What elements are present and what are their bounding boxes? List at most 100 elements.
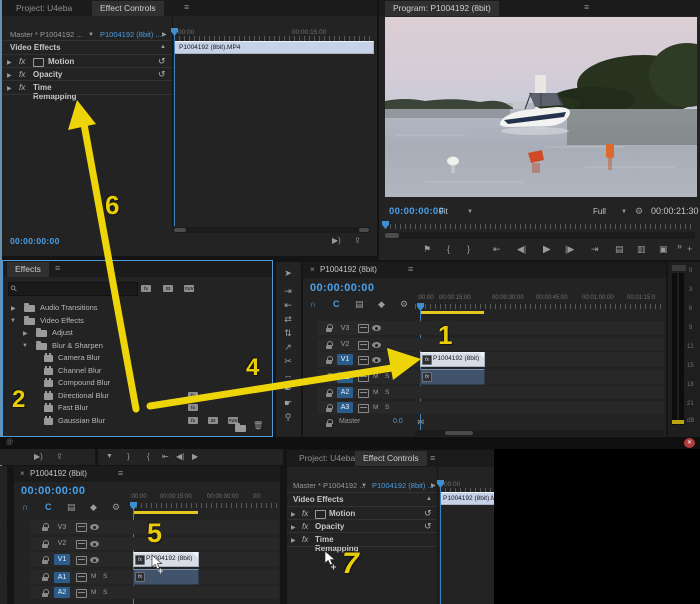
collapse-section-icon[interactable]: ▲ bbox=[426, 496, 432, 502]
panel-menu-icon[interactable]: ≡ bbox=[118, 468, 123, 478]
track-name[interactable]: V1 bbox=[54, 554, 70, 565]
twirl-icon[interactable]: ▶ bbox=[7, 72, 12, 79]
sync-lock-icon[interactable] bbox=[76, 540, 87, 549]
video-clip[interactable]: fx P1004192 (8bit) bbox=[133, 552, 199, 567]
timeline-settings-icon[interactable]: ⚙ bbox=[400, 299, 408, 310]
goto-in-icon[interactable]: ⇤ bbox=[493, 244, 501, 255]
zoom-tool-icon[interactable]: ⚲ bbox=[278, 412, 298, 423]
sync-lock-icon[interactable] bbox=[358, 389, 369, 398]
slip-tool-icon[interactable]: ↔ bbox=[278, 370, 298, 380]
dropdown-icon[interactable]: ▼ bbox=[361, 483, 367, 489]
track-select-backward-icon[interactable]: ⇤ bbox=[278, 300, 298, 311]
mute-button[interactable]: M bbox=[373, 389, 378, 396]
twirl-icon[interactable]: ▶ bbox=[291, 524, 296, 531]
solo-button[interactable]: S bbox=[103, 573, 107, 580]
master-clip-selector[interactable]: Master * P1004192 ... bbox=[293, 481, 366, 490]
chevron-right-icon[interactable]: ▶ bbox=[11, 305, 16, 312]
track-name[interactable]: A2 bbox=[337, 387, 353, 398]
razor-icon[interactable]: ✂ bbox=[278, 356, 298, 367]
sync-lock-icon[interactable] bbox=[76, 523, 87, 532]
panel-menu-icon[interactable]: ≡ bbox=[55, 263, 60, 273]
twirl-icon[interactable]: ▶ bbox=[7, 59, 12, 66]
tab-effect-controls[interactable]: Effect Controls bbox=[92, 1, 164, 16]
audio-clip[interactable]: fx bbox=[420, 369, 485, 385]
chevron-down-icon[interactable]: ▼ bbox=[22, 343, 28, 349]
lock-icon[interactable] bbox=[326, 373, 333, 381]
lock-icon[interactable] bbox=[326, 324, 333, 332]
playback-resolution-select[interactable]: Full bbox=[593, 207, 606, 216]
snap-icon[interactable]: ∩ bbox=[22, 502, 29, 512]
mute-button[interactable]: M bbox=[373, 373, 378, 380]
ripple-edit-icon[interactable]: ⇄ bbox=[278, 314, 298, 325]
sequence-clip-link[interactable]: P1004192 (8bit) ... bbox=[372, 481, 434, 490]
tree-item-fast-blur[interactable]: Fast Blur fx bbox=[4, 402, 271, 414]
twirl-icon[interactable]: ▶ bbox=[291, 511, 296, 518]
show-timeline-icon[interactable]: ▶ bbox=[431, 482, 436, 489]
sync-lock-icon[interactable] bbox=[76, 573, 87, 582]
tab-program[interactable]: Program: P1004192 (8bit) bbox=[385, 1, 499, 16]
sync-lock-icon[interactable] bbox=[358, 404, 369, 413]
timeline-settings-icon[interactable]: ⚙ bbox=[112, 502, 120, 513]
ec-hscrollbar[interactable] bbox=[174, 227, 370, 233]
snap-icon[interactable]: ∩ bbox=[310, 299, 317, 309]
accelerated-effects-filter-icon[interactable]: fx bbox=[141, 285, 151, 292]
program-scrollbar[interactable] bbox=[385, 232, 695, 239]
tree-item-gaussian-blur[interactable]: Gaussian Blur fx 32 YUV bbox=[4, 415, 271, 427]
solo-button[interactable]: S bbox=[103, 589, 107, 596]
rolling-edit-icon[interactable]: ⇅ bbox=[278, 328, 298, 339]
track-name[interactable]: V3 bbox=[54, 522, 70, 533]
track-visibility-icon[interactable] bbox=[90, 557, 99, 563]
export-keyframes-icon[interactable]: ⇪ bbox=[354, 236, 361, 245]
step-forward-icon[interactable]: |▶ bbox=[565, 244, 574, 255]
more-buttons-icon[interactable]: » bbox=[677, 241, 682, 251]
step-back-icon[interactable]: ◀| bbox=[517, 244, 526, 255]
dropdown-icon[interactable]: ▼ bbox=[467, 209, 473, 215]
video-clip[interactable]: fx P1004192 (8bit) bbox=[420, 352, 485, 367]
hand-tool-icon[interactable]: ☛ bbox=[278, 398, 298, 409]
tree-item-audio-transitions[interactable]: ▶ Audio Transitions bbox=[4, 302, 271, 314]
extract-icon[interactable]: ▥ bbox=[637, 244, 646, 255]
audio-clip[interactable]: fx bbox=[133, 569, 199, 585]
timeline-tab[interactable]: P1004192 (8bit) bbox=[30, 469, 87, 478]
ec-current-time[interactable]: 00:00:00:00 bbox=[10, 236, 60, 246]
solo-button[interactable]: S bbox=[385, 404, 389, 411]
track-name[interactable]: A1 bbox=[54, 572, 70, 583]
lock-icon[interactable] bbox=[326, 341, 333, 349]
chevron-down-icon[interactable]: ▼ bbox=[10, 318, 16, 324]
delete-bin-icon[interactable]: 🗑 bbox=[253, 421, 263, 430]
lock-icon[interactable] bbox=[326, 404, 333, 412]
ec-clip-bar[interactable]: P1004192 (8bit).M bbox=[440, 492, 496, 505]
track-row-v1[interactable]: V1 bbox=[317, 352, 664, 367]
panel-menu-icon[interactable]: ≡ bbox=[430, 453, 435, 463]
sync-lock-icon[interactable] bbox=[358, 341, 369, 350]
ec-clip-bar[interactable]: P1004192 (8bit).MP4 bbox=[174, 41, 374, 54]
tree-item-video-effects[interactable]: ▼ Video Effects bbox=[4, 315, 271, 327]
show-timeline-icon[interactable]: ▶ bbox=[162, 31, 167, 38]
close-panel-icon[interactable]: × bbox=[20, 469, 25, 478]
track-row-a1[interactable]: A1 M S bbox=[317, 370, 664, 384]
tab-effect-controls[interactable]: Effect Controls bbox=[355, 451, 427, 466]
collapse-section-icon[interactable]: ▲ bbox=[160, 44, 166, 50]
panel-menu-icon[interactable]: ≡ bbox=[184, 2, 189, 12]
zoom-level-select[interactable]: Fit bbox=[439, 207, 448, 216]
reset-effect-icon[interactable]: ↺ bbox=[158, 69, 166, 80]
program-current-time[interactable]: 00:00:00:00 bbox=[389, 206, 444, 217]
32bit-color-filter-icon[interactable]: 32 bbox=[163, 285, 173, 292]
solo-button[interactable]: S bbox=[385, 389, 389, 396]
tree-item-channel-blur[interactable]: Channel Blur bbox=[4, 365, 271, 377]
dropdown-icon[interactable]: ▼ bbox=[88, 32, 94, 38]
track-visibility-icon[interactable] bbox=[90, 524, 99, 530]
chevron-right-icon[interactable]: ▶ bbox=[23, 330, 28, 337]
rate-stretch-icon[interactable]: ↗ bbox=[278, 342, 298, 353]
goto-out-icon[interactable]: ⇥ bbox=[591, 244, 599, 255]
track-visibility-icon[interactable] bbox=[90, 541, 99, 547]
track-select-forward-icon[interactable]: ⇥ bbox=[278, 286, 298, 297]
track-row-a2[interactable]: A2 M S bbox=[317, 386, 664, 399]
mix-icon[interactable]: ⋈ bbox=[417, 418, 424, 426]
track-row-a3[interactable]: A3 M S bbox=[317, 401, 664, 414]
add-marker-icon[interactable]: ◆ bbox=[90, 502, 97, 513]
add-marker-icon[interactable]: ◆ bbox=[378, 299, 385, 310]
add-marker-icon[interactable]: ⚑ bbox=[423, 244, 431, 255]
button-editor-icon[interactable]: + bbox=[687, 244, 692, 254]
nest-indicator-icon[interactable]: ▤ bbox=[355, 299, 364, 310]
